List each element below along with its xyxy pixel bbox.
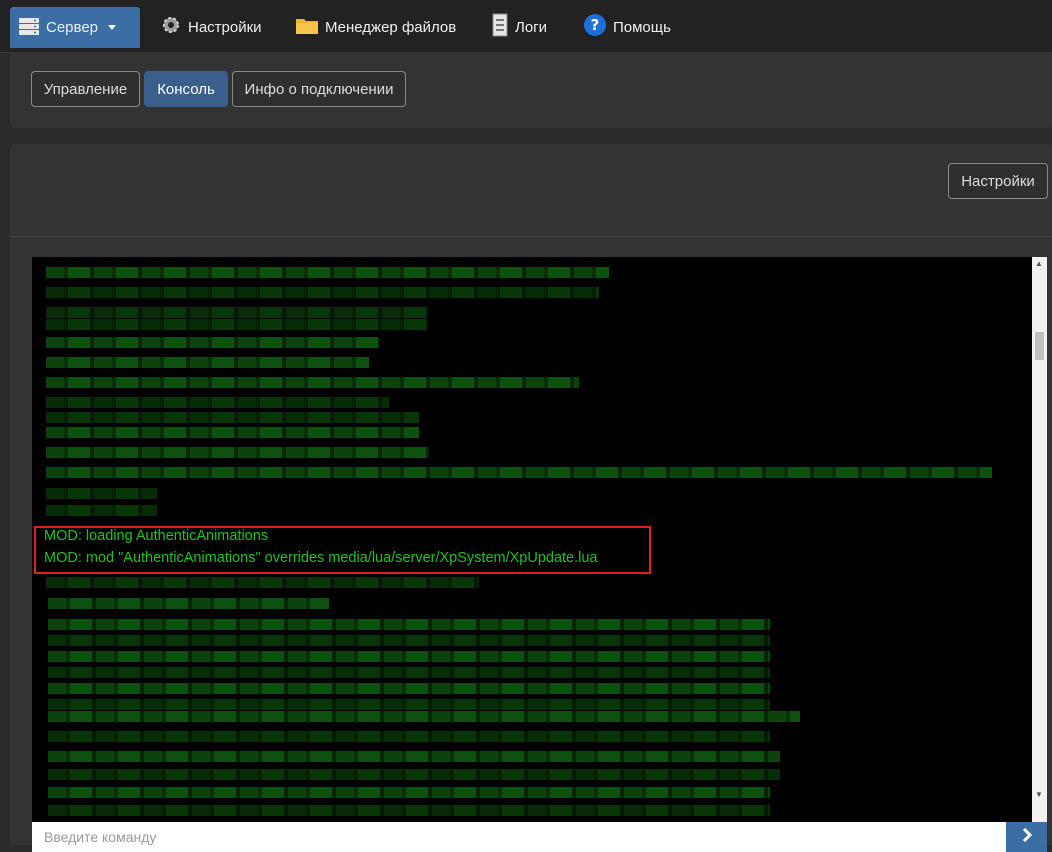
nav-file-manager[interactable]: Менеджер файлов	[287, 7, 467, 47]
log-line-blurred	[46, 427, 419, 438]
log-line-blurred	[46, 267, 609, 278]
document-icon	[491, 13, 509, 41]
chevron-down-icon	[108, 25, 117, 30]
svg-text:?: ?	[591, 16, 600, 34]
console-panel-header: Настройки	[10, 144, 1052, 237]
command-input[interactable]	[32, 822, 1006, 852]
log-line-blurred	[46, 357, 369, 368]
console-output[interactable]: MOD: loading AuthenticAnimations MOD: mo…	[32, 257, 1047, 822]
log-line-blurred	[46, 467, 992, 478]
log-line-override: MOD: mod "AuthenticAnimations" overrides…	[44, 550, 598, 566]
help-icon: ?	[583, 13, 607, 41]
log-line-blurred	[46, 397, 389, 408]
log-line-blurred	[48, 598, 329, 609]
nav-logs-label: Логи	[515, 18, 548, 36]
log-line-blurred	[48, 787, 770, 798]
log-line-blurred	[48, 683, 770, 694]
log-line-blurred	[48, 619, 770, 630]
log-line-blurred	[46, 505, 157, 516]
log-line-blurred	[46, 287, 599, 298]
log-line-blurred	[48, 635, 770, 646]
nav-server-dropdown[interactable]: Сервер	[10, 7, 140, 48]
log-line-blurred	[46, 577, 479, 588]
log-line-blurred	[48, 699, 770, 710]
log-line-blurred	[48, 711, 800, 722]
log-line-loading: MOD: loading AuthenticAnimations	[44, 528, 269, 544]
scroll-thumb[interactable]	[1035, 332, 1044, 360]
log-line-blurred	[46, 319, 428, 330]
log-line-blurred	[46, 337, 379, 348]
log-line-blurred	[46, 488, 157, 499]
nav-settings[interactable]: Настройки	[152, 7, 272, 47]
send-command-button[interactable]	[1006, 822, 1047, 852]
nav-help[interactable]: ? Помощь	[575, 7, 685, 47]
server-icon	[18, 15, 40, 41]
tab-connection-info[interactable]: Инфо о подключении	[232, 71, 406, 107]
log-line-blurred	[46, 377, 579, 388]
log-line-blurred	[48, 805, 770, 816]
tab-console[interactable]: Консоль	[144, 71, 228, 107]
gear-icon	[160, 14, 182, 40]
nav-file-manager-label: Менеджер файлов	[325, 18, 457, 36]
console-scrollbar[interactable]: ▲ ▼	[1032, 257, 1047, 822]
nav-server-label: Сервер	[46, 19, 99, 36]
tab-manage[interactable]: Управление	[31, 71, 140, 107]
scroll-up-icon[interactable]: ▲	[1035, 259, 1043, 268]
log-line-blurred	[46, 447, 429, 458]
scroll-down-icon[interactable]: ▼	[1035, 790, 1043, 799]
nav-settings-label: Настройки	[188, 18, 262, 36]
folder-icon	[295, 14, 319, 40]
log-line-blurred	[48, 769, 780, 780]
log-line-blurred	[46, 307, 428, 318]
log-line-blurred	[48, 751, 780, 762]
log-line-blurred	[48, 651, 770, 662]
subtabs-panel: Управление Консоль Инфо о подключении	[10, 52, 1052, 128]
log-line-blurred	[48, 731, 770, 742]
chevron-right-icon	[1021, 827, 1033, 847]
nav-help-label: Помощь	[613, 18, 671, 36]
console-settings-button[interactable]: Настройки	[948, 163, 1048, 199]
log-line-blurred	[46, 412, 419, 423]
top-navbar: Сервер Настройки Менеджер файлов Логи ? …	[0, 0, 1052, 53]
log-line-blurred	[48, 667, 770, 678]
nav-logs[interactable]: Логи	[483, 7, 568, 47]
